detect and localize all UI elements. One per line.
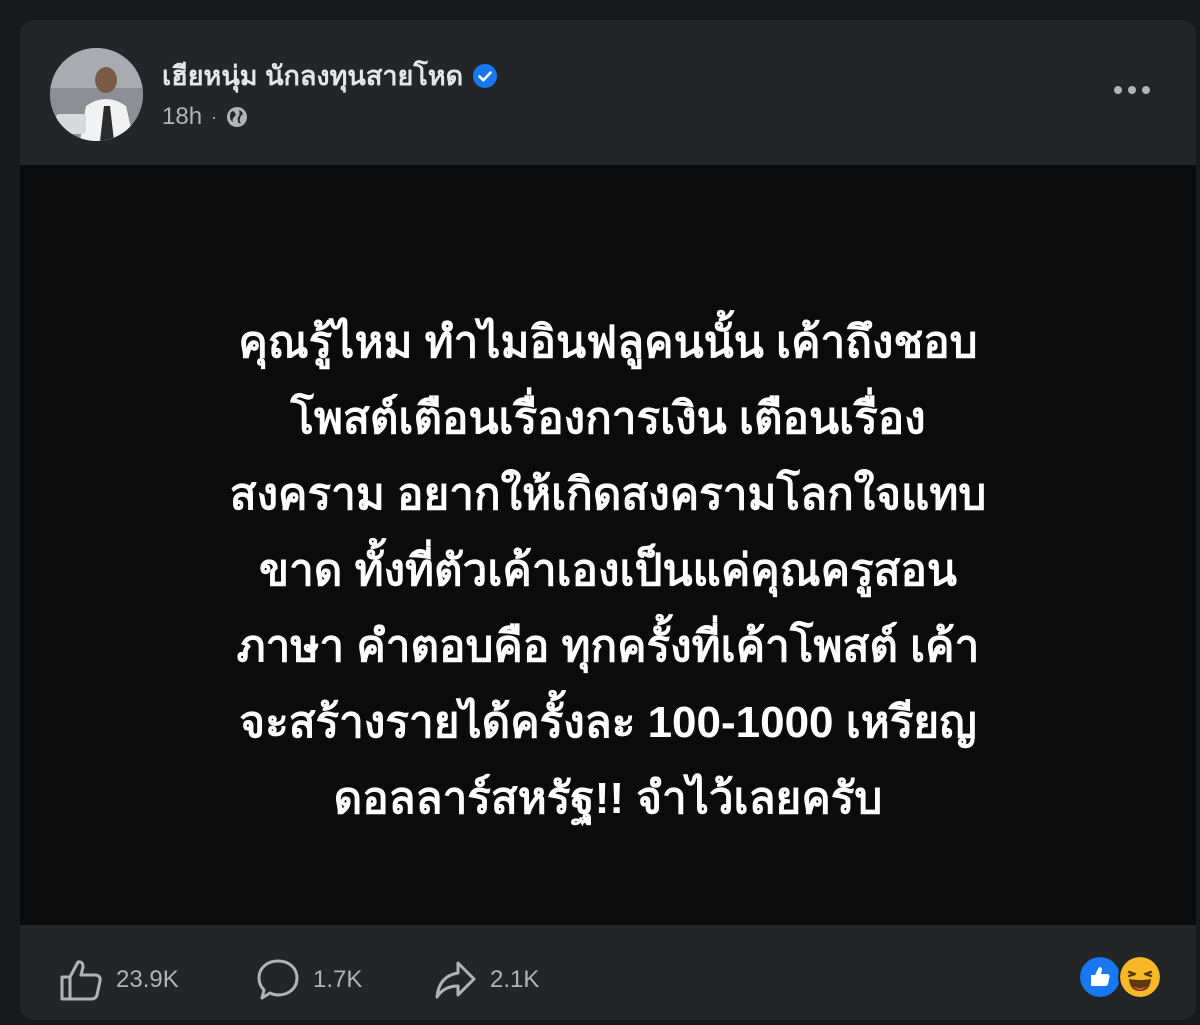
post-text-line: ภาษา คำตอบคือ ทุกครั้งที่เค้าโพสต์ เค้า [236,622,980,671]
post-timestamp[interactable]: 18h [162,103,202,131]
author-name-row: เฮียหนุ่ม นักลงทุนสายโหด [162,54,498,97]
post-text-line: คุณรู้ไหม ทำไมอินฟลูคนนั้น เค้าถึงชอบ [238,318,978,367]
more-options-button[interactable] [1110,78,1154,102]
post-text-line: จะสร้างรายได้ครั้งละ 100-1000 เหรียญ [239,698,977,747]
like-reaction-icon [1078,955,1122,999]
haha-reaction-icon [1118,955,1162,999]
avatar-image [50,48,143,141]
post-header: เฮียหนุ่ม นักลงทุนสายโหด 18h · [20,20,1196,165]
author-avatar[interactable] [50,48,143,141]
more-dots-icon [1114,86,1150,94]
post-text-line: สงคราม อยากให้เกิดสงครามโลกใจแทบ [229,470,987,519]
post-text-line: ดอลลาร์สหรัฐ!! จำไว้เลยครับ [333,774,883,823]
author-name[interactable]: เฮียหนุ่ม นักลงทุนสายโหด [162,54,463,97]
like-button[interactable]: 23.9K [58,957,179,1003]
like-count: 23.9K [116,966,179,993]
comment-count: 1.7K [313,966,363,993]
comment-bubble-icon [257,959,299,1000]
post-text-line: ขาด ทั้งที่ตัวเค้าเองเป็นแค่คุณครูสอน [258,546,957,595]
post-meta: 18h · [162,103,248,131]
post-actions-bar: 23.9K 1.7K 2.1K [20,925,1196,1020]
reaction-summary[interactable] [1078,955,1162,999]
post-card: เฮียหนุ่ม นักลงทุนสายโหด 18h · คุณรู้ไหม… [20,20,1196,1020]
share-count: 2.1K [490,966,540,993]
like-thumb-icon [60,960,102,1001]
comment-button[interactable]: 1.7K [255,957,362,1003]
post-text-block: คุณรู้ไหม ทำไมอินฟลูคนนั้น เค้าถึงชอบ โพ… [80,305,1136,837]
post-text-line: โพสต์เตือนเรื่องการเงิน เตือนเรื่อง [290,394,926,443]
post-image-text[interactable]: คุณรู้ไหม ทำไมอินฟลูคนนั้น เค้าถึงชอบ โพ… [20,165,1196,925]
share-button[interactable]: 2.1K [432,957,539,1003]
meta-separator: · [211,106,218,127]
globe-icon [227,107,248,127]
verified-badge-icon [473,63,498,88]
share-arrow-icon [435,961,476,999]
